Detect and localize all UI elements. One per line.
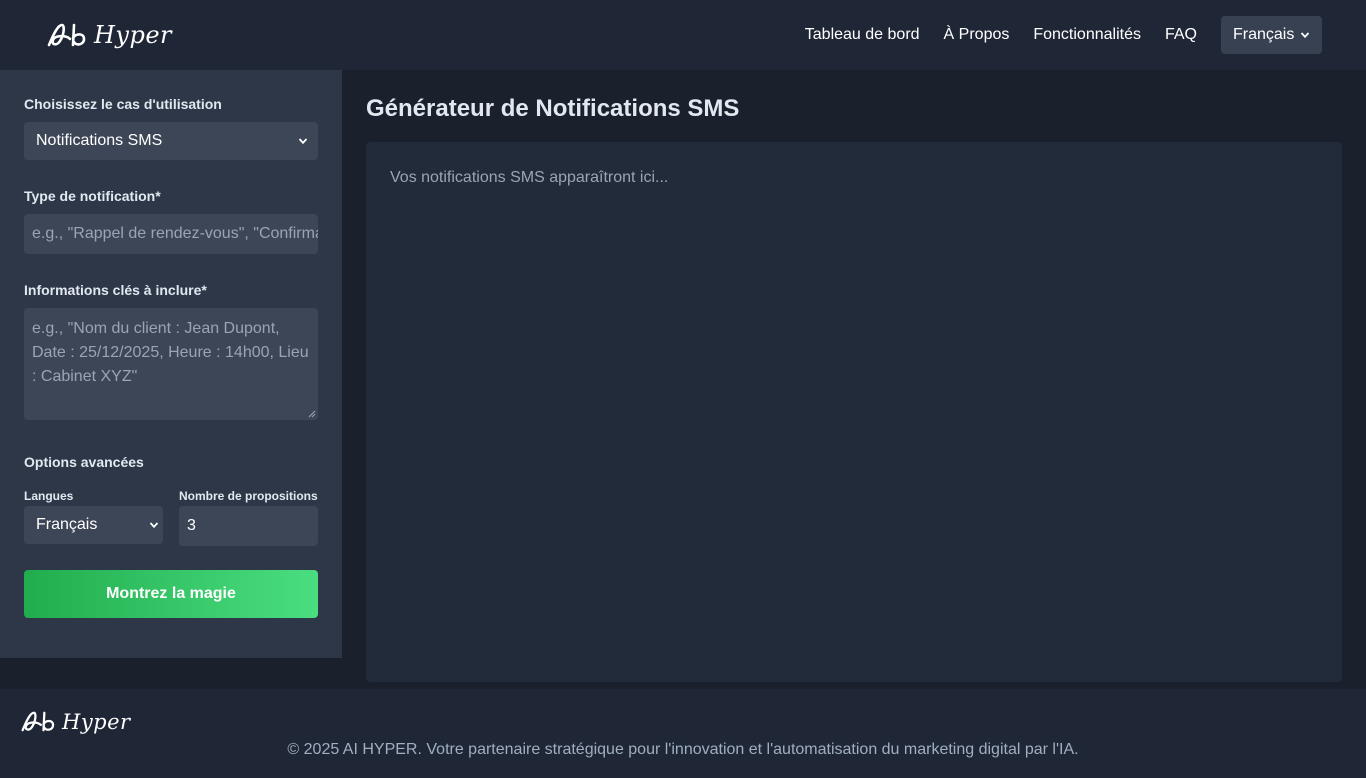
page-footer: Hyper © 2025 AI HYPER. Votre partenaire …	[0, 689, 1366, 778]
nav-features[interactable]: Fonctionnalités	[1033, 26, 1141, 44]
output-placeholder: Vos notifications SMS apparaîtront ici..…	[390, 169, 669, 186]
output-panel: Vos notifications SMS apparaîtront ici..…	[366, 142, 1342, 682]
key-info-textarea[interactable]: e.g., "Nom du client : Jean Dupont, Date…	[24, 308, 318, 420]
brand-logo[interactable]: Hyper	[46, 21, 172, 49]
brand-name: Hyper	[94, 21, 173, 49]
languages-group: Langues Français	[24, 488, 163, 546]
form-sidebar: Choisissez le cas d'utilisation Notifica…	[0, 70, 342, 658]
proposals-input[interactable]: 3	[179, 506, 318, 546]
footer-brand-name: Hyper	[62, 709, 131, 734]
notification-type-input[interactable]: e.g., "Rappel de rendez-vous", "Confirma…	[24, 214, 318, 254]
notification-type-label: Type de notification*	[24, 188, 161, 204]
advanced-options-row: Langues Français Nombre de propositions …	[24, 488, 318, 546]
page-title: Générateur de Notifications SMS	[366, 95, 740, 122]
resize-grip-icon[interactable]	[308, 410, 316, 418]
footer-logo[interactable]: Hyper	[20, 709, 131, 734]
nav-about[interactable]: À Propos	[944, 26, 1010, 44]
chevron-down-icon	[298, 138, 308, 145]
language-select-value: Français	[1233, 26, 1295, 43]
nav-faq[interactable]: FAQ	[1165, 26, 1197, 44]
key-info-label: Informations clés à inclure*	[24, 282, 207, 298]
top-nav: Tableau de bord À Propos Fonctionnalités…	[781, 16, 1322, 54]
use-case-label: Choisissez le cas d'utilisation	[24, 96, 222, 112]
chevron-down-icon	[1300, 32, 1310, 39]
use-case-select[interactable]: Notifications SMS	[24, 122, 318, 160]
languages-label: Langues	[24, 489, 74, 503]
chevron-down-icon	[149, 522, 159, 529]
nav-dashboard[interactable]: Tableau de bord	[805, 26, 920, 44]
advanced-options-label: Options avancées	[24, 454, 144, 470]
submit-magic-button[interactable]: Montrez la magie	[24, 570, 318, 618]
ai-logo-icon	[21, 711, 55, 732]
key-info-placeholder: e.g., "Nom du client : Jean Dupont, Date…	[32, 320, 309, 385]
use-case-select-value: Notifications SMS	[36, 132, 163, 149]
languages-select-value: Français	[36, 516, 98, 533]
proposals-group: Nombre de propositions 3	[179, 488, 318, 546]
language-select[interactable]: Français	[1221, 16, 1322, 54]
top-header: Hyper Tableau de bord À Propos Fonctionn…	[0, 0, 1366, 70]
ai-logo-icon	[47, 23, 86, 47]
languages-select[interactable]: Français	[24, 506, 163, 544]
footer-copyright: © 2025 AI HYPER. Votre partenaire straté…	[287, 741, 1079, 758]
proposals-label: Nombre de propositions	[179, 489, 318, 503]
